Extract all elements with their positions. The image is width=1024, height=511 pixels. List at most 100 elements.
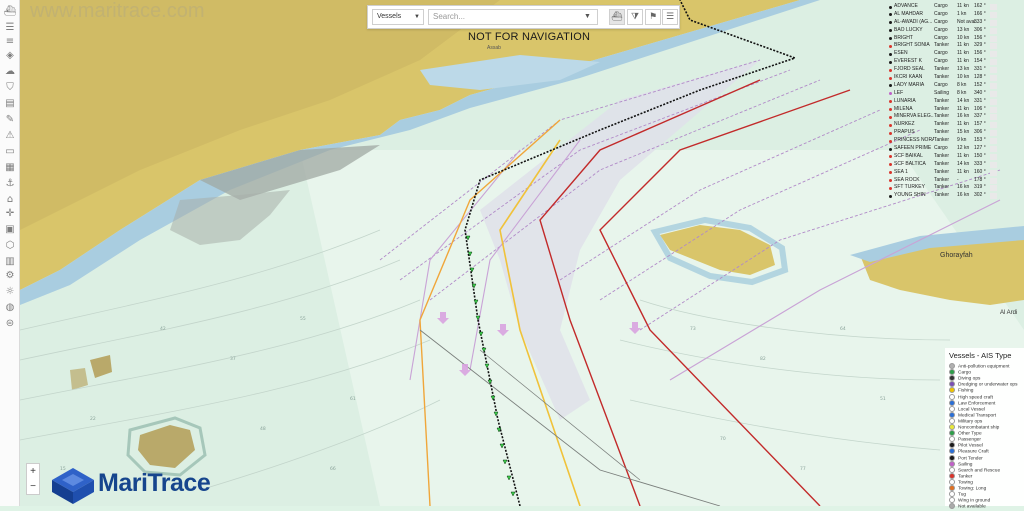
vessel-row[interactable]: NURKEZ Tanker 11 kn 157 ° [884, 121, 1022, 129]
flag-icon [990, 35, 997, 42]
vessel-name: FJORD SEAL [894, 66, 925, 73]
vessel-row[interactable]: SCF BALTICA Tanker 14 kn 333 ° [884, 161, 1022, 169]
legend-swatch [949, 478, 955, 485]
vessel-type: Cargo [934, 18, 948, 25]
pencil-icon[interactable]: ✎ [3, 114, 17, 126]
vessel-type-select-label: Vessels [377, 13, 402, 20]
vessel-type: Cargo [934, 3, 948, 9]
legend-swatch [949, 503, 955, 510]
list-icon[interactable]: ☰ [3, 22, 17, 34]
vessel-name: MINERVA ELEG... [894, 113, 934, 120]
vessel-row[interactable]: BAO LUCKY Cargo 13 kn 306 ° [884, 27, 1022, 35]
svg-text:70: 70 [720, 436, 726, 442]
settings-icon[interactable]: ⚙ [3, 270, 17, 282]
vessel-row[interactable]: ESEN Cargo 11 kn 156 ° [884, 50, 1022, 58]
vessel-status-dot [889, 52, 892, 56]
search-chevron-down-icon[interactable]: ▼ [584, 9, 591, 25]
filter-button[interactable]: ⧩ [627, 9, 643, 25]
vessel-name: SEA ROCK [894, 176, 920, 183]
flag-icon [990, 11, 997, 18]
vessel-row[interactable]: SAFEEN PRIME Cargo 12 kn 127 ° [884, 145, 1022, 153]
vessel-row[interactable]: LADY MARIA Cargo 8 kn 152 ° [884, 82, 1022, 90]
legend-swatch [949, 448, 955, 455]
vessel-type: Cargo [934, 81, 948, 88]
vessel-type: Tanker [934, 66, 950, 73]
vessel-type: Tanker [934, 129, 950, 136]
menu-icon[interactable]: ≡ [3, 36, 17, 48]
vessel-row[interactable]: SFT TURKEY Tanker 16 kn 319 ° [884, 184, 1022, 192]
tag-icon[interactable]: ⌂ [3, 194, 17, 206]
document-icon[interactable]: ▤ [3, 98, 17, 110]
vessel-row[interactable]: EVEREST K Cargo 11 kn 154 ° [884, 58, 1022, 66]
flag-icon [990, 98, 997, 105]
vessel-row[interactable]: LUNARIA Tanker 14 kn 331 ° [884, 98, 1022, 106]
storage-icon[interactable]: ▥ [3, 256, 17, 268]
calendar-icon[interactable]: ▦ [3, 162, 17, 174]
vessel-row[interactable]: ADVANCE Cargo 11 kn 162 ° [884, 3, 1022, 11]
inbox-icon[interactable]: ▭ [3, 146, 17, 158]
vessel-name: ESEN [894, 50, 908, 57]
cloud-icon[interactable]: ☁ [3, 66, 17, 78]
ship-icon[interactable]: ⛴ [3, 6, 17, 18]
zoom-in-button[interactable]: + [27, 464, 39, 479]
vessel-row[interactable]: SCF BAIKAL Tanker 11 kn 150 ° [884, 153, 1022, 161]
watermark-text: www.maritrace.com [30, 0, 205, 22]
not-for-navigation-banner: NOT FOR NAVIGATION [468, 31, 591, 43]
vessel-type-select[interactable]: Vessels ▼ [372, 9, 424, 25]
svg-text:64: 64 [840, 326, 846, 332]
svg-text:51: 51 [880, 396, 886, 402]
vessel-row[interactable]: IKCRI KAAN Tanker 10 kn 128 ° [884, 74, 1022, 82]
database-icon[interactable]: ⊜ [3, 318, 17, 330]
vessel-row[interactable]: PRINCESS NORA Tanker 9 kn 153 ° [884, 137, 1022, 145]
flag-icon [990, 130, 997, 137]
flag-icon [990, 51, 997, 58]
warning-icon[interactable]: ⚠ [3, 130, 17, 142]
cube-icon[interactable]: ⬡ [3, 240, 17, 252]
globe-icon[interactable]: ◍ [3, 302, 17, 314]
vessel-row[interactable]: AL MAHDAR Cargo 1 kn 166 ° [884, 11, 1022, 19]
vessel-status-dot [889, 21, 892, 25]
anchor-icon[interactable]: ⚓ [3, 178, 17, 190]
layers-icon[interactable]: ◈ [3, 50, 17, 62]
list-view-button[interactable]: ☰ [662, 9, 678, 25]
vessel-type: Tanker [934, 105, 950, 112]
vessel-type: Tanker [934, 97, 950, 104]
sun-icon[interactable]: ☼ [3, 286, 17, 298]
svg-text:61: 61 [350, 396, 356, 402]
svg-text:82: 82 [760, 356, 766, 362]
vessel-name: BRIGHT SONIA [894, 42, 930, 49]
zoom-out-button[interactable]: − [27, 479, 39, 494]
vessel-row[interactable]: SEA ROCK Tanker -178 ° [884, 177, 1022, 185]
vessel-row[interactable]: BRIGHT Cargo 10 kn 156 ° [884, 35, 1022, 43]
flag-icon [990, 138, 997, 145]
vessel-row[interactable]: FJORD SEAL Tanker 13 kn 331 ° [884, 66, 1022, 74]
flag-icon [990, 59, 997, 66]
vessel-row[interactable]: BRIGHT SONIA Tanker 11 kn 329 ° [884, 42, 1022, 50]
vessel-row[interactable]: PRAPUS Tanker 15 kn 306 ° [884, 129, 1022, 137]
vessel-row[interactable]: YOUNG SHIN Tanker 16 kn 302 ° [884, 192, 1022, 200]
vessel-status-dot [889, 5, 892, 9]
grid-icon[interactable]: ▣ [3, 224, 17, 236]
shield-icon[interactable]: ⛉ [3, 82, 17, 94]
flag-icon [990, 122, 997, 129]
vessel-status-dot [889, 108, 892, 112]
vessel-row[interactable]: MILENA Tanker 11 kn 106 ° [884, 106, 1022, 114]
vessel-row[interactable]: LEF Sailing 8 kn 340 ° [884, 90, 1022, 98]
logo-wordmark: MariTrace [98, 469, 211, 497]
maritrace-logo: MariTrace [50, 466, 225, 506]
vessel-status-dot [889, 13, 892, 17]
legend-swatch [949, 454, 955, 461]
vessel-type: Tanker [934, 192, 950, 199]
vessel-row[interactable]: AL-AWADI (AG...CargoNot avai...333 ° [884, 19, 1022, 27]
vessel-status-dot [889, 29, 892, 33]
flag-icon [990, 82, 997, 89]
vessel-name: PRINCESS NORA [894, 137, 934, 144]
search-input[interactable]: Search... [428, 9, 598, 25]
fleet-button[interactable]: ⚑ [645, 9, 661, 25]
vessel-row[interactable]: SEA 1 Tanker 11 kn 160 ° [884, 169, 1022, 177]
vessel-status-dot [889, 68, 892, 72]
crosshair-icon[interactable]: ✛ [3, 208, 17, 220]
nautical-chart-map[interactable]: 423755 614866 221573 826451 7077 [0, 0, 1024, 506]
vessel-row[interactable]: MINERVA ELEG... Tanker 16 kn 337 ° [884, 113, 1022, 121]
vessel-mode-button[interactable]: ⛴ [609, 9, 625, 25]
